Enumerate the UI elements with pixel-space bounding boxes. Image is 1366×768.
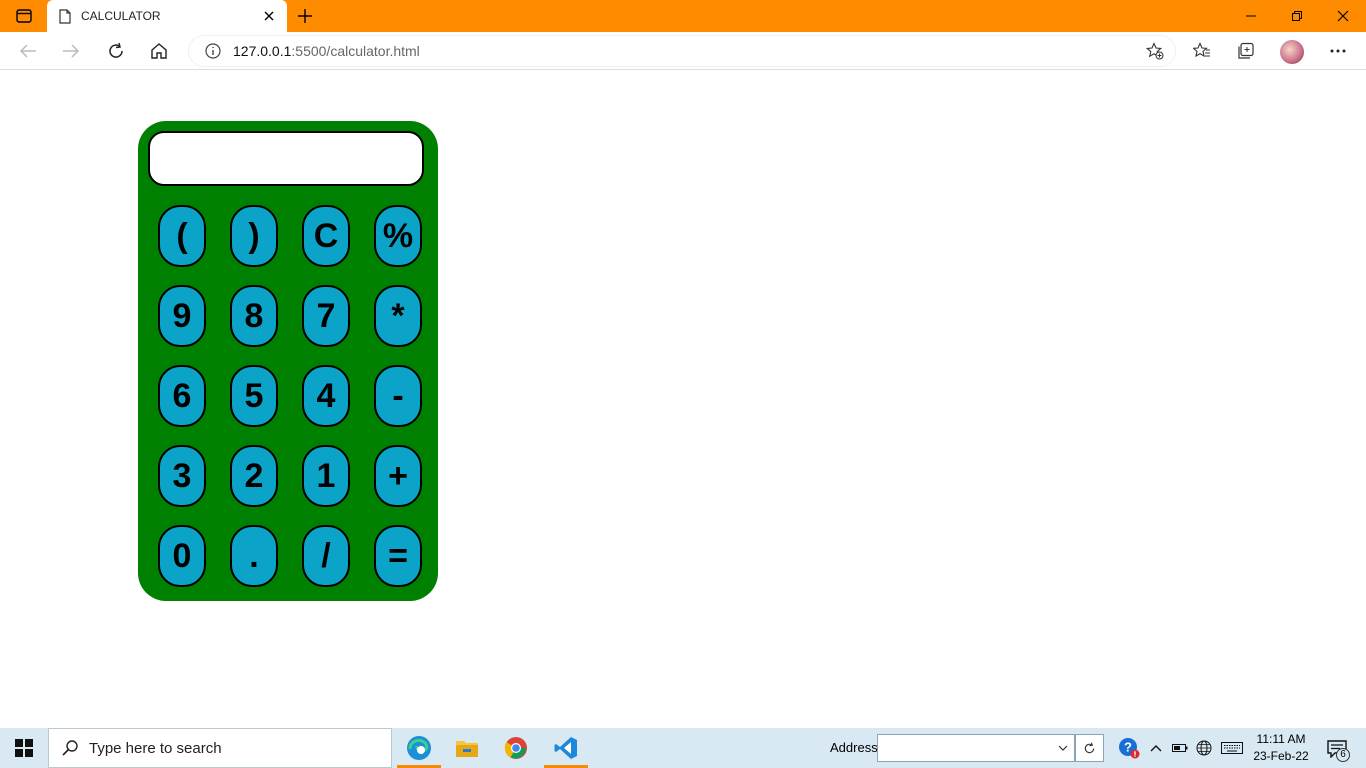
start-button[interactable] xyxy=(0,728,48,768)
key-5[interactable]: 5 xyxy=(230,365,278,427)
minimize-button[interactable] xyxy=(1228,0,1274,32)
battery-icon[interactable] xyxy=(1169,736,1191,760)
taskbar-edge[interactable] xyxy=(395,728,443,768)
key-equals[interactable]: = xyxy=(374,525,422,587)
taskbar-clock[interactable]: 11:11 AM 23-Feb-22 xyxy=(1248,731,1314,765)
add-favorite-button[interactable] xyxy=(1141,42,1169,60)
key-decimal[interactable]: . xyxy=(230,525,278,587)
close-window-button[interactable] xyxy=(1320,0,1366,32)
key-open-paren[interactable]: ( xyxy=(158,205,206,267)
clock-date: 23-Feb-22 xyxy=(1253,749,1309,763)
key-close-paren[interactable]: ) xyxy=(230,205,278,267)
key-plus[interactable]: + xyxy=(374,445,422,507)
browser-toolbar: 127.0.0.1:5500/calculator.html xyxy=(0,32,1366,70)
chevron-up-icon xyxy=(1150,745,1162,752)
address-url[interactable]: 127.0.0.1:5500/calculator.html xyxy=(233,43,1141,59)
new-tab-button[interactable] xyxy=(292,4,318,28)
taskbar-chrome[interactable] xyxy=(492,728,540,768)
windows-icon xyxy=(15,739,33,757)
profile-avatar[interactable] xyxy=(1280,40,1304,64)
restore-button[interactable] xyxy=(1274,0,1320,32)
key-8[interactable]: 8 xyxy=(230,285,278,347)
home-icon xyxy=(151,43,167,59)
collections-button[interactable] xyxy=(1230,36,1262,66)
arrow-left-icon xyxy=(19,44,36,58)
taskbar-vscode[interactable] xyxy=(542,728,590,768)
forward-button[interactable] xyxy=(55,36,87,66)
refresh-icon xyxy=(1084,742,1095,753)
site-info-icon[interactable] xyxy=(199,43,227,59)
key-percent[interactable]: % xyxy=(374,205,422,267)
close-icon xyxy=(1337,10,1349,22)
browser-title-bar: CALCULATOR xyxy=(0,0,1366,32)
key-divide[interactable]: / xyxy=(302,525,350,587)
tab-actions-menu-button[interactable] xyxy=(10,6,38,26)
key-minus[interactable]: - xyxy=(374,365,422,427)
notification-count-badge: 6 xyxy=(1336,748,1350,762)
tab-actions-icon xyxy=(16,9,32,23)
key-multiply[interactable]: * xyxy=(374,285,422,347)
favorites-button[interactable] xyxy=(1186,36,1218,66)
favorites-list-icon xyxy=(1193,42,1210,58)
key-7[interactable]: 7 xyxy=(302,285,350,347)
address-bar[interactable]: 127.0.0.1:5500/calculator.html xyxy=(188,35,1176,67)
show-hidden-icons-button[interactable] xyxy=(1145,736,1167,760)
edge-icon xyxy=(407,736,431,760)
key-4[interactable]: 4 xyxy=(302,365,350,427)
tab-title: CALCULATOR xyxy=(81,9,161,23)
vscode-icon xyxy=(554,737,577,759)
back-button[interactable] xyxy=(12,36,44,66)
settings-menu-button[interactable] xyxy=(1322,36,1354,66)
page-icon xyxy=(59,8,71,24)
close-icon xyxy=(264,11,274,21)
home-button[interactable] xyxy=(143,36,175,66)
taskbar-address-go-button[interactable] xyxy=(1075,734,1104,762)
taskbar-search-box[interactable]: Type here to search xyxy=(48,728,392,768)
calculator-display[interactable] xyxy=(148,131,424,186)
taskbar-address-input[interactable] xyxy=(877,734,1075,762)
file-explorer-icon xyxy=(456,741,478,757)
network-globe-icon[interactable] xyxy=(1193,736,1215,760)
key-9[interactable]: 9 xyxy=(158,285,206,347)
chevron-down-icon[interactable] xyxy=(1058,745,1068,751)
refresh-button[interactable] xyxy=(100,36,132,66)
more-icon xyxy=(1330,49,1346,53)
star-plus-icon xyxy=(1146,42,1164,60)
clock-time: 11:11 AM xyxy=(1256,732,1306,746)
tab-calculator[interactable]: CALCULATOR xyxy=(47,0,287,32)
chrome-icon xyxy=(504,737,527,759)
taskbar-file-explorer[interactable] xyxy=(443,728,491,768)
arrow-right-icon xyxy=(63,44,80,58)
taskbar-address-label: Address xyxy=(830,740,878,755)
collections-icon xyxy=(1238,42,1254,59)
key-1[interactable]: 1 xyxy=(302,445,350,507)
tab-close-button[interactable] xyxy=(255,2,283,30)
key-0[interactable]: 0 xyxy=(158,525,206,587)
svg-text:?: ? xyxy=(1124,740,1132,755)
calculator: () C% 9 8 7 * 6 5 4- 3 2 1 +0. / = xyxy=(138,121,438,601)
keyboard-icon[interactable] xyxy=(1219,736,1245,760)
notification-center-button[interactable]: 6 xyxy=(1322,736,1352,762)
help-tray-icon[interactable]: ? xyxy=(1117,736,1141,760)
search-placeholder: Type here to search xyxy=(89,739,222,757)
search-icon xyxy=(62,740,78,756)
key-2[interactable]: 2 xyxy=(230,445,278,507)
minimize-icon xyxy=(1246,15,1256,17)
plus-icon xyxy=(298,9,312,23)
taskbar: Type here to search Address ? 11:11 AM 2… xyxy=(0,728,1366,768)
refresh-icon xyxy=(109,42,123,58)
restore-icon xyxy=(1292,11,1302,21)
key-3[interactable]: 3 xyxy=(158,445,206,507)
key-6[interactable]: 6 xyxy=(158,365,206,427)
key-clear[interactable]: C xyxy=(302,205,350,267)
